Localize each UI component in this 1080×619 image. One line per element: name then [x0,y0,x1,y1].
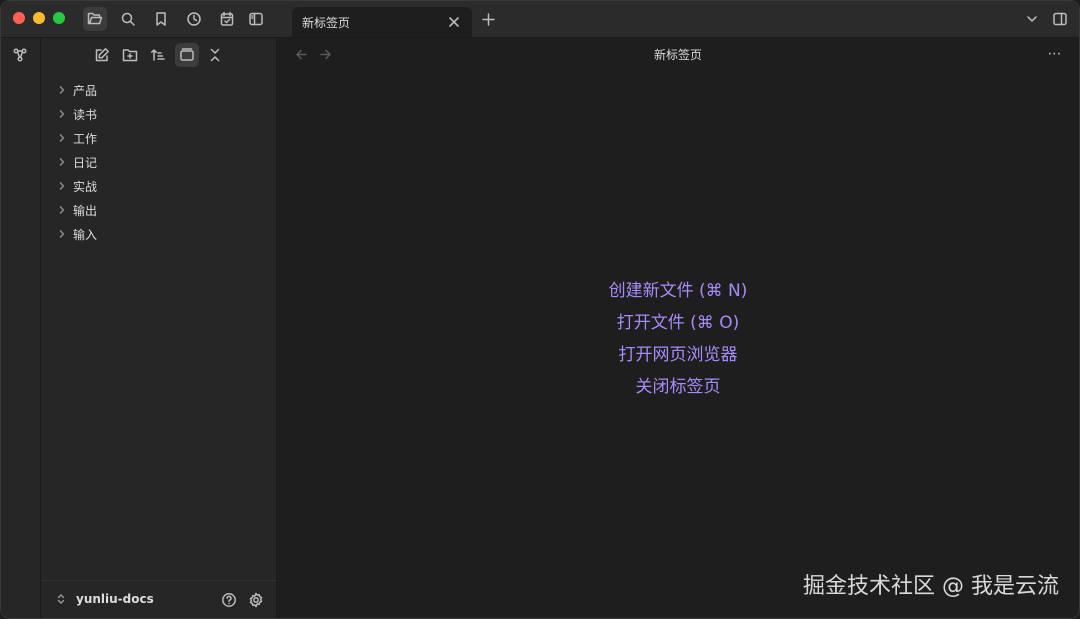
bookmark-icon [156,12,166,26]
tab-new-tab[interactable]: 新标签页 [292,7,472,37]
graph-icon [13,48,27,62]
folder-label: 工作 [73,131,98,146]
watermark: 掘金技术社区 @ 我是云流 [803,574,1059,599]
bookmarks-button[interactable] [149,7,173,31]
chevron-right-icon [57,108,69,120]
vault-name: yunliu-docs [76,592,154,606]
folder-label: 日记 [73,155,98,170]
collapse-all-button[interactable] [203,43,227,67]
maximize-window-button[interactable] [53,12,65,24]
close-window-button[interactable] [13,12,25,24]
help-button[interactable] [217,588,241,612]
tree-folder[interactable]: 读书 [41,102,276,126]
sort-ascending-icon [151,49,165,61]
graph-view-button[interactable] [8,43,32,67]
auto-reveal-button[interactable] [175,43,199,67]
clock-icon [187,12,201,26]
ribbon [1,38,41,618]
help-circle-icon [222,593,236,607]
search-button[interactable] [116,7,140,31]
sidebar-right-icon [1053,12,1067,26]
tree-folder[interactable]: 日记 [41,150,276,174]
recent-files-button[interactable] [182,7,206,31]
reveal-file-icon [180,48,194,61]
file-explorer-toolbar [41,42,276,68]
folder-label: 输入 [73,227,98,242]
chevron-right-icon [57,156,69,168]
file-explorer-sidebar: 产品 读书 工作 日记 实战 输出 输入 yunliu-docs [41,38,277,618]
folder-open-icon [87,12,103,25]
app-window: 新标签页 产品 读书 工作 日记 实战 输出 输入 yunliu-docs 新标… [0,0,1080,619]
main-view: 新标签页 ⋯ 创建新文件 (⌘ N) 打开文件 (⌘ O) 打开网页浏览器 关闭… [277,38,1079,618]
file-tree: 产品 读书 工作 日记 实战 输出 输入 [41,78,276,246]
minimize-window-button[interactable] [33,12,45,24]
chevron-right-icon [57,204,69,216]
folder-label: 实战 [73,179,98,194]
gear-icon [249,592,263,608]
empty-state-actions: 创建新文件 (⌘ N) 打开文件 (⌘ O) 打开网页浏览器 关闭标签页 [277,275,1079,403]
tree-folder[interactable]: 实战 [41,174,276,198]
calendar-check-icon [220,11,234,26]
chevron-right-icon [57,132,69,144]
toggle-right-sidebar-button[interactable] [1048,7,1072,31]
open-file-link[interactable]: 打开文件 (⌘ O) [617,307,739,339]
sidebar-left-icon [249,12,263,26]
settings-button[interactable] [244,588,268,612]
vault-bar: yunliu-docs [41,580,276,618]
new-tab-button[interactable] [479,10,497,28]
tab-list-dropdown[interactable] [1020,7,1044,31]
folder-label: 输出 [73,203,98,218]
close-icon [449,17,459,27]
new-note-button[interactable] [90,43,114,67]
tree-folder[interactable]: 产品 [41,78,276,102]
tree-folder[interactable]: 输出 [41,198,276,222]
view-header-title: 新标签页 [653,48,702,62]
more-options-button[interactable]: ⋯ [1045,44,1065,64]
create-new-file-link[interactable]: 创建新文件 (⌘ N) [609,275,748,307]
title-bar: 新标签页 [1,1,1079,38]
plus-icon [481,12,495,26]
edit-icon [95,48,109,62]
folder-label: 读书 [73,107,98,122]
tree-folder[interactable]: 输入 [41,222,276,246]
chevrons-collapse-icon [210,48,220,62]
files-toggle-button[interactable] [83,7,107,31]
tab-title: 新标签页 [302,15,351,30]
new-folder-button[interactable] [118,43,142,67]
chevron-up-down-icon [57,594,65,604]
vault-switcher[interactable]: yunliu-docs [55,592,154,606]
search-icon [121,12,135,26]
open-web-browser-link[interactable]: 打开网页浏览器 [619,339,738,371]
chevron-down-icon [1027,16,1037,22]
chevron-right-icon [57,84,69,96]
folder-label: 产品 [73,83,98,98]
close-tab-link[interactable]: 关闭标签页 [636,371,721,403]
close-tab-button[interactable] [446,14,462,30]
tree-folder[interactable]: 工作 [41,126,276,150]
chevron-right-icon [57,228,69,240]
toggle-left-sidebar-button[interactable] [244,7,268,31]
chevron-right-icon [57,180,69,192]
daily-note-button[interactable] [215,7,239,31]
sort-button[interactable] [146,43,170,67]
folder-plus-icon [122,49,138,62]
